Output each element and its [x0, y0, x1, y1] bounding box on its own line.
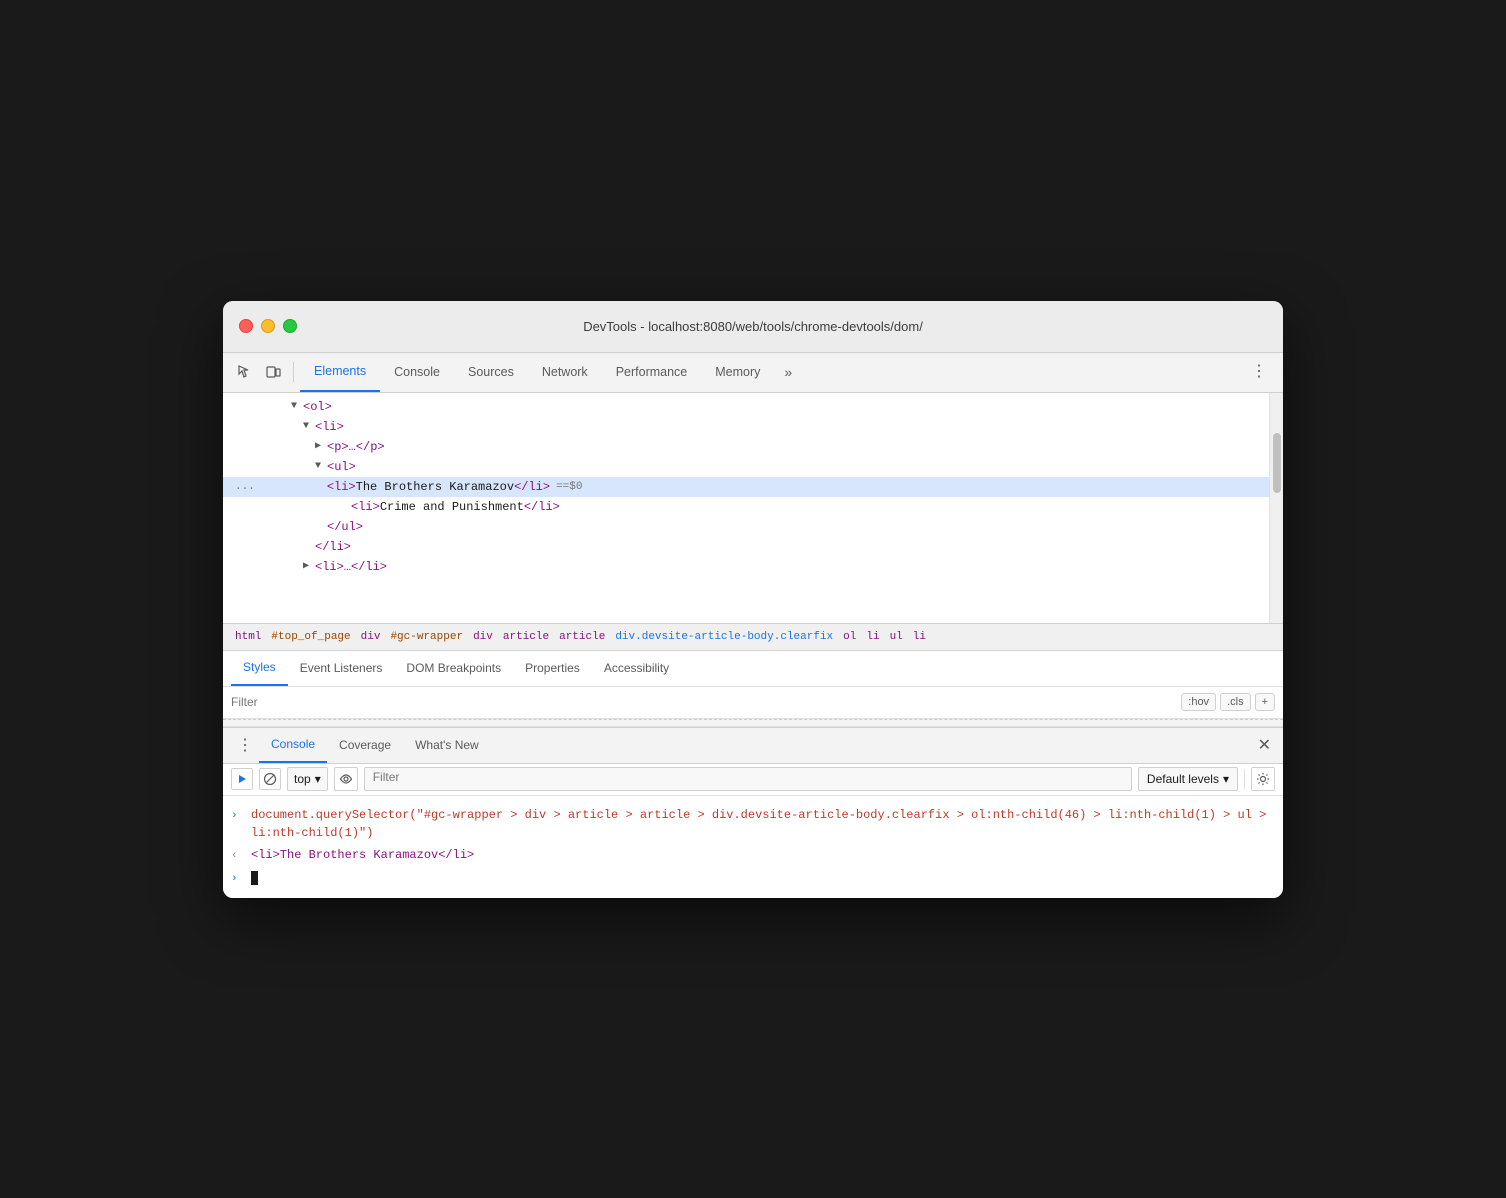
- triangle-icon[interactable]: ▶: [303, 558, 315, 576]
- triangle-icon[interactable]: ▼: [315, 458, 327, 476]
- dom-line[interactable]: </li>: [223, 537, 1269, 557]
- tab-accessibility[interactable]: Accessibility: [592, 650, 681, 686]
- cursor-arrow-icon: ›: [231, 869, 245, 888]
- text-cursor: [251, 871, 258, 885]
- triangle-icon[interactable]: ▼: [291, 398, 303, 416]
- panel-resize-handle[interactable]: [223, 719, 1283, 727]
- console-drawer: ⋮ Console Coverage What's New ✕: [223, 727, 1283, 898]
- scrollbar-thumb[interactable]: [1273, 433, 1281, 493]
- dots-indicator: ...: [231, 478, 255, 496]
- console-toolbar: top ▾ Filter Default levels ▾: [223, 764, 1283, 796]
- drawer-tab-console[interactable]: Console: [259, 727, 327, 763]
- dom-tree: ▼ <ol> ▼ <li> ▶ <p>…</p> ▼ <ul>: [223, 393, 1269, 623]
- styles-tab-bar: Styles Event Listeners DOM Breakpoints P…: [223, 651, 1283, 687]
- tab-dom-breakpoints[interactable]: DOM Breakpoints: [394, 650, 513, 686]
- maximize-button[interactable]: [283, 319, 297, 333]
- inspect-element-button[interactable]: [231, 358, 259, 386]
- breadcrumb-item-ol[interactable]: ol: [839, 629, 860, 645]
- drawer-tab-bar: ⋮ Console Coverage What's New ✕: [223, 728, 1283, 764]
- tab-event-listeners[interactable]: Event Listeners: [288, 650, 395, 686]
- breadcrumb-item-article1[interactable]: article: [499, 629, 553, 645]
- dom-line[interactable]: ▼ <ol>: [223, 397, 1269, 417]
- devtools-window: DevTools - localhost:8080/web/tools/chro…: [223, 301, 1283, 898]
- dom-line[interactable]: ▶ <p>…</p>: [223, 437, 1269, 457]
- output-arrow-icon: ‹: [231, 846, 245, 865]
- console-entry-input: › document.querySelector("#gc-wrapper > …: [231, 804, 1275, 844]
- console-cursor-line[interactable]: ›: [231, 867, 1275, 890]
- dom-line[interactable]: </ul>: [223, 517, 1269, 537]
- triangle-icon[interactable]: ▶: [315, 438, 327, 456]
- tab-network[interactable]: Network: [528, 352, 602, 392]
- tab-properties[interactable]: Properties: [513, 650, 592, 686]
- breadcrumb-item-li2[interactable]: li: [909, 629, 930, 645]
- window-title: DevTools - localhost:8080/web/tools/chro…: [583, 319, 923, 334]
- device-toolbar-button[interactable]: [259, 358, 287, 386]
- tab-styles[interactable]: Styles: [231, 650, 288, 686]
- input-arrow-icon: ›: [231, 806, 245, 825]
- console-filter-input[interactable]: Filter: [364, 767, 1132, 791]
- toolbar-divider: [1244, 769, 1245, 789]
- breadcrumb-item-gc-wrapper[interactable]: #gc-wrapper: [386, 629, 467, 645]
- devtools-tab-bar: Elements Console Sources Network Perform…: [223, 353, 1283, 393]
- toolbar-separator: [293, 362, 294, 382]
- tab-overflow-button[interactable]: »: [778, 364, 798, 380]
- tab-performance[interactable]: Performance: [602, 352, 702, 392]
- minimize-button[interactable]: [261, 319, 275, 333]
- styles-filter-actions: :hov .cls +: [1181, 693, 1275, 711]
- styles-filter-input[interactable]: Filter: [231, 695, 1181, 709]
- dom-line[interactable]: ▼ <ul>: [223, 457, 1269, 477]
- triangle-icon[interactable]: ▼: [303, 418, 315, 436]
- console-output: › document.querySelector("#gc-wrapper > …: [223, 796, 1283, 898]
- dom-line-selected[interactable]: ... <li> The Brothers Karamazov </li> ==…: [223, 477, 1269, 497]
- tab-console[interactable]: Console: [380, 352, 454, 392]
- devtools-menu-button[interactable]: ⋮: [1243, 352, 1275, 392]
- execute-script-button[interactable]: [231, 768, 253, 790]
- drawer-tab-whats-new[interactable]: What's New: [403, 727, 491, 763]
- breadcrumb-item-article2[interactable]: article: [555, 629, 609, 645]
- clear-console-button[interactable]: [259, 768, 281, 790]
- dom-line[interactable]: <li> Crime and Punishment </li>: [223, 497, 1269, 517]
- console-output-text: <li>The Brothers Karamazov</li>: [251, 846, 1275, 864]
- styles-filter-bar: Filter :hov .cls +: [223, 687, 1283, 719]
- drawer-tab-coverage[interactable]: Coverage: [327, 727, 403, 763]
- add-style-button[interactable]: +: [1255, 693, 1275, 711]
- breadcrumb-item-div2[interactable]: div: [469, 629, 497, 645]
- console-entry-output: ‹ <li>The Brothers Karamazov</li>: [231, 844, 1275, 867]
- dom-line[interactable]: ▶ <li>…</li>: [223, 557, 1269, 577]
- drawer-menu-button[interactable]: ⋮: [231, 731, 259, 759]
- breadcrumb-item-html[interactable]: html: [231, 629, 265, 645]
- close-button[interactable]: [239, 319, 253, 333]
- cls-button[interactable]: .cls: [1220, 693, 1251, 711]
- tab-sources[interactable]: Sources: [454, 352, 528, 392]
- breadcrumb-item-li1[interactable]: li: [862, 629, 883, 645]
- breadcrumb-item-ul[interactable]: ul: [886, 629, 907, 645]
- context-selector[interactable]: top ▾: [287, 767, 328, 791]
- log-level-selector[interactable]: Default levels ▾: [1138, 767, 1238, 791]
- tab-elements[interactable]: Elements: [300, 352, 380, 392]
- hov-button[interactable]: :hov: [1181, 693, 1216, 711]
- breadcrumb-bar: html #top_of_page div #gc-wrapper div ar…: [223, 623, 1283, 651]
- traffic-lights: [239, 319, 297, 333]
- breadcrumb-item-div-class[interactable]: div.devsite-article-body.clearfix: [611, 629, 837, 645]
- dom-tree-scrollbar[interactable]: [1269, 393, 1283, 623]
- dom-line[interactable]: ▼ <li>: [223, 417, 1269, 437]
- console-settings-button[interactable]: [1251, 767, 1275, 791]
- live-expressions-button[interactable]: [334, 767, 358, 791]
- breadcrumb-item-div1[interactable]: div: [357, 629, 385, 645]
- console-input-text: document.querySelector("#gc-wrapper > di…: [251, 806, 1275, 842]
- elements-panel: ▼ <ol> ▼ <li> ▶ <p>…</p> ▼ <ul>: [223, 393, 1283, 623]
- breadcrumb-item-top-of-page[interactable]: #top_of_page: [267, 629, 354, 645]
- drawer-close-button[interactable]: ✕: [1254, 735, 1275, 755]
- tab-memory[interactable]: Memory: [701, 352, 774, 392]
- titlebar: DevTools - localhost:8080/web/tools/chro…: [223, 301, 1283, 353]
